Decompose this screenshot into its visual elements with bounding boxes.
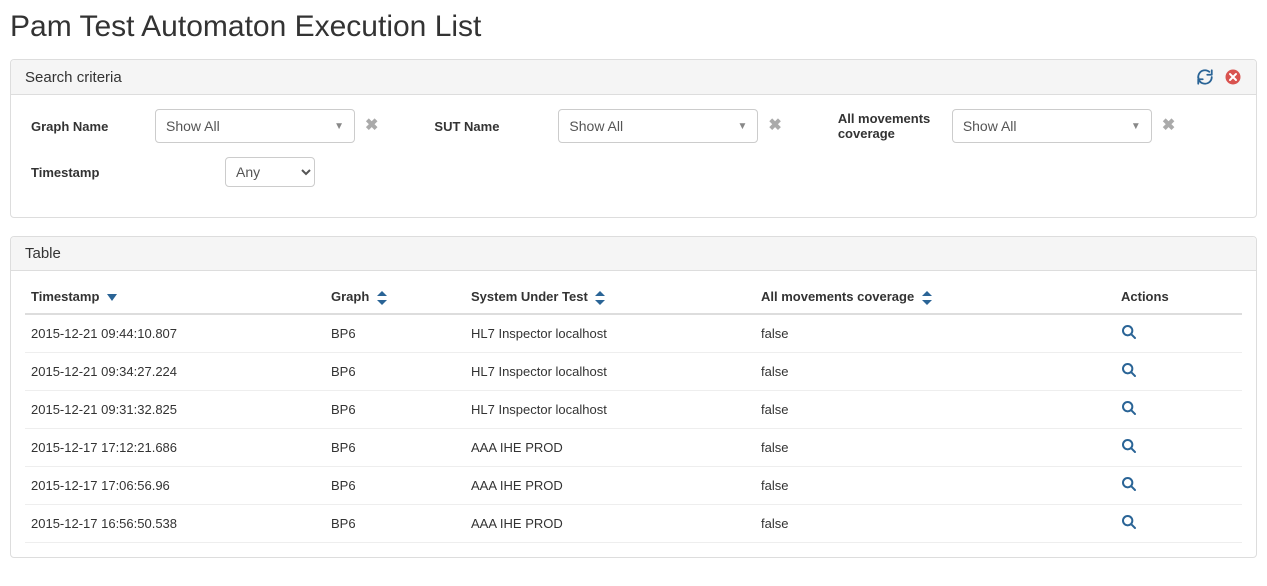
col-header-sut[interactable]: System Under Test bbox=[465, 281, 755, 314]
cell-sut: AAA IHE PROD bbox=[465, 428, 755, 466]
sort-both-icon bbox=[377, 291, 387, 305]
cell-timestamp: 2015-12-17 17:12:21.686 bbox=[25, 428, 325, 466]
cell-graph: BP6 bbox=[325, 390, 465, 428]
col-header-graph[interactable]: Graph bbox=[325, 281, 465, 314]
col-header-actions: Actions bbox=[1115, 281, 1242, 314]
cell-timestamp: 2015-12-21 09:31:32.825 bbox=[25, 390, 325, 428]
cell-actions bbox=[1115, 314, 1242, 353]
sort-both-icon bbox=[595, 291, 605, 305]
cell-graph: BP6 bbox=[325, 428, 465, 466]
cell-graph: BP6 bbox=[325, 504, 465, 542]
cell-sut: HL7 Inspector localhost bbox=[465, 314, 755, 353]
graph-name-select[interactable]: Show All ▼ bbox=[155, 109, 355, 143]
page-title: Pam Test Automaton Execution List bbox=[10, 10, 1257, 44]
sort-both-icon bbox=[922, 291, 932, 305]
search-criteria-panel: Search criteria Graph Name bbox=[10, 59, 1257, 218]
sut-name-label: SUT Name bbox=[428, 119, 558, 134]
cell-amc: false bbox=[755, 466, 1115, 504]
col-header-amc-label: All movements coverage bbox=[761, 289, 914, 304]
sut-name-clear-icon[interactable]: ✖ bbox=[768, 118, 781, 134]
cell-graph: BP6 bbox=[325, 466, 465, 504]
cell-timestamp: 2015-12-21 09:34:27.224 bbox=[25, 352, 325, 390]
timestamp-label: Timestamp bbox=[25, 165, 225, 180]
cell-sut: AAA IHE PROD bbox=[465, 466, 755, 504]
cell-amc: false bbox=[755, 504, 1115, 542]
sort-desc-icon bbox=[107, 294, 117, 302]
amc-clear-icon[interactable]: ✖ bbox=[1162, 118, 1175, 134]
graph-name-label: Graph Name bbox=[25, 119, 155, 134]
col-header-graph-label: Graph bbox=[331, 289, 369, 304]
amc-label: All movements coverage bbox=[832, 111, 952, 141]
timestamp-select[interactable]: Any bbox=[225, 157, 315, 187]
table-row: 2015-12-17 16:56:50.538BP6AAA IHE PRODfa… bbox=[25, 504, 1242, 542]
cell-actions bbox=[1115, 390, 1242, 428]
reset-icon[interactable] bbox=[1224, 68, 1242, 86]
table-row: 2015-12-21 09:34:27.224BP6HL7 Inspector … bbox=[25, 352, 1242, 390]
cell-actions bbox=[1115, 428, 1242, 466]
view-details-icon[interactable] bbox=[1121, 362, 1137, 378]
view-details-icon[interactable] bbox=[1121, 438, 1137, 454]
view-details-icon[interactable] bbox=[1121, 400, 1137, 416]
sut-name-select-value: Show All bbox=[569, 118, 623, 134]
cell-timestamp: 2015-12-21 09:44:10.807 bbox=[25, 314, 325, 353]
cell-sut: AAA IHE PROD bbox=[465, 504, 755, 542]
caret-down-icon: ▼ bbox=[1131, 121, 1141, 132]
table-row: 2015-12-21 09:44:10.807BP6HL7 Inspector … bbox=[25, 314, 1242, 353]
view-details-icon[interactable] bbox=[1121, 476, 1137, 492]
table-title: Table bbox=[25, 245, 61, 262]
caret-down-icon: ▼ bbox=[738, 121, 748, 132]
cell-timestamp: 2015-12-17 17:06:56.96 bbox=[25, 466, 325, 504]
view-details-icon[interactable] bbox=[1121, 514, 1137, 530]
cell-amc: false bbox=[755, 352, 1115, 390]
sut-name-select[interactable]: Show All ▼ bbox=[558, 109, 758, 143]
col-header-timestamp-label: Timestamp bbox=[31, 289, 99, 304]
cell-amc: false bbox=[755, 390, 1115, 428]
table-panel: Table Timestamp Graph bbox=[10, 236, 1257, 558]
cell-actions bbox=[1115, 352, 1242, 390]
execution-table: Timestamp Graph bbox=[25, 281, 1242, 543]
cell-amc: false bbox=[755, 314, 1115, 353]
col-header-amc[interactable]: All movements coverage bbox=[755, 281, 1115, 314]
amc-select-value: Show All bbox=[963, 118, 1017, 134]
cell-actions bbox=[1115, 504, 1242, 542]
cell-sut: HL7 Inspector localhost bbox=[465, 390, 755, 428]
graph-name-select-value: Show All bbox=[166, 118, 220, 134]
col-header-sut-label: System Under Test bbox=[471, 289, 588, 304]
col-header-timestamp[interactable]: Timestamp bbox=[25, 281, 325, 314]
table-row: 2015-12-17 17:06:56.96BP6AAA IHE PRODfal… bbox=[25, 466, 1242, 504]
cell-sut: HL7 Inspector localhost bbox=[465, 352, 755, 390]
cell-graph: BP6 bbox=[325, 314, 465, 353]
table-row: 2015-12-21 09:31:32.825BP6HL7 Inspector … bbox=[25, 390, 1242, 428]
table-heading: Table bbox=[11, 237, 1256, 271]
cell-amc: false bbox=[755, 428, 1115, 466]
amc-select[interactable]: Show All ▼ bbox=[952, 109, 1152, 143]
view-details-icon[interactable] bbox=[1121, 324, 1137, 340]
table-row: 2015-12-17 17:12:21.686BP6AAA IHE PRODfa… bbox=[25, 428, 1242, 466]
graph-name-clear-icon[interactable]: ✖ bbox=[365, 118, 378, 134]
search-criteria-heading: Search criteria bbox=[11, 60, 1256, 95]
search-criteria-title: Search criteria bbox=[25, 69, 122, 86]
col-header-actions-label: Actions bbox=[1121, 289, 1169, 304]
cell-actions bbox=[1115, 466, 1242, 504]
cell-graph: BP6 bbox=[325, 352, 465, 390]
refresh-icon[interactable] bbox=[1196, 68, 1214, 86]
caret-down-icon: ▼ bbox=[334, 121, 344, 132]
cell-timestamp: 2015-12-17 16:56:50.538 bbox=[25, 504, 325, 542]
